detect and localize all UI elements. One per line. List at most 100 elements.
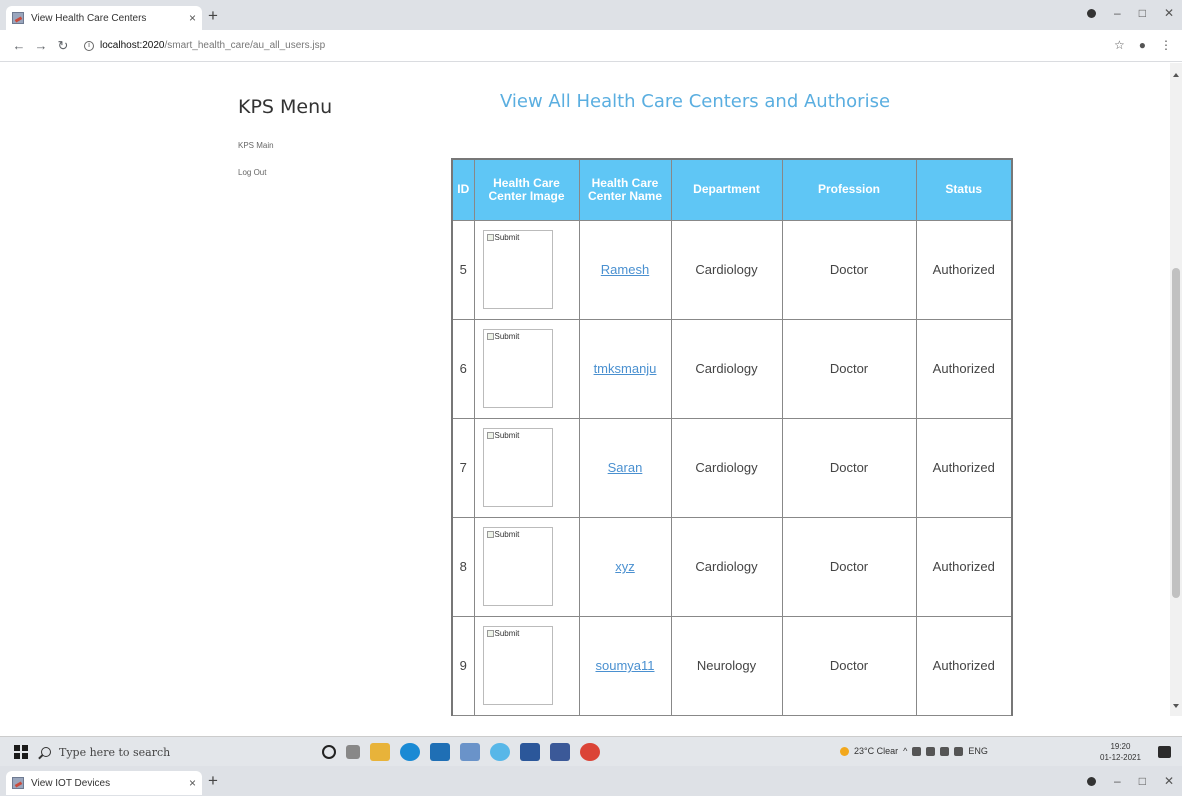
windows-start-icon[interactable] [14, 745, 28, 759]
clock-time: 19:20 [1110, 742, 1131, 751]
row-status: Authorized [915, 318, 1013, 419]
site-info-icon[interactable]: i [84, 40, 94, 51]
profile-icon[interactable]: ● [1139, 38, 1146, 52]
row-department [670, 714, 783, 716]
chrome-icon[interactable] [580, 743, 600, 761]
image-alt-text: Submit [494, 331, 520, 341]
new-tab-button[interactable]: + [208, 6, 218, 26]
row-profession: Doctor [781, 516, 917, 617]
maximize-icon[interactable]: □ [1139, 6, 1146, 20]
table-row: 5 Submit Ramesh Cardiology Doctor Author… [451, 219, 1013, 320]
weather-icon [840, 746, 849, 756]
header-status: Status [915, 158, 1013, 221]
menu-kebab-icon[interactable]: ⋮ [1160, 38, 1172, 52]
new-tab-button[interactable]: + [208, 771, 218, 791]
volume-icon[interactable] [954, 746, 964, 756]
broken-image-icon [486, 431, 494, 439]
table-header-row: ID Health Care Center Image Health Care Ce… [451, 158, 1013, 221]
table-row: 9 Submit soumya11 Neurology Doctor Autho… [451, 615, 1013, 716]
minimize-icon[interactable]: – [1114, 774, 1121, 788]
center-name-link[interactable]: Saran [608, 460, 643, 475]
media-player-icon[interactable] [460, 743, 480, 761]
cortana-icon[interactable] [322, 745, 336, 759]
row-status: Authorized [915, 417, 1013, 518]
tab-close-icon[interactable]: × [185, 11, 196, 25]
broken-image-icon [486, 233, 494, 241]
center-name-link[interactable]: tmksmanju [594, 361, 657, 376]
row-name-cell: tmksmanju [578, 318, 672, 419]
row-name-cell: Ramesh [578, 219, 672, 320]
row-image-cell: Submit [473, 417, 580, 518]
address-bar-actions: ☆ ● ⋮ [1114, 38, 1172, 52]
scroll-thumb[interactable] [1172, 268, 1180, 598]
broken-image-placeholder: Submit [482, 328, 553, 408]
language-indicator[interactable]: ENG [968, 746, 988, 756]
close-window-icon[interactable]: ✕ [1164, 774, 1174, 788]
sidebar-link-kps-main[interactable]: KPS Main [238, 141, 274, 150]
task-view-icon[interactable] [346, 745, 360, 759]
row-profession [781, 714, 917, 716]
row-profession: Doctor [781, 318, 917, 419]
url-field[interactable]: i localhost:2020/smart_health_care/au_al… [84, 40, 325, 51]
weather-text[interactable]: 23°C Clear [854, 746, 898, 756]
image-alt-text: Submit [494, 430, 520, 440]
window-controls: – □ ✕ [1087, 774, 1174, 788]
page-favicon-icon [12, 777, 24, 789]
image-alt-text: Submit [494, 628, 520, 638]
scroll-up-icon[interactable] [1173, 73, 1179, 77]
tab-close-icon[interactable]: × [185, 776, 196, 790]
row-image-cell: Submit [473, 714, 580, 716]
header-department: Department [670, 158, 783, 221]
sidebar-link-log-out[interactable]: Log Out [238, 168, 266, 177]
wifi-icon[interactable] [940, 746, 950, 756]
row-image-cell: Submit [473, 219, 580, 320]
address-bar: ← → ↻ i localhost:2020/smart_health_care… [0, 30, 1182, 62]
row-profession: Doctor [781, 219, 917, 320]
browser-tab-strip: View Health Care Centers × + – □ ✕ [0, 0, 1182, 30]
back-arrow-icon[interactable]: ← [8, 38, 30, 53]
mail-icon[interactable] [430, 743, 450, 761]
row-id [451, 714, 475, 716]
row-department: Neurology [670, 615, 783, 716]
tray-chevron-icon[interactable]: ^ [903, 746, 907, 756]
taskbar-clock[interactable]: 19:20 01-12-2021 [1100, 741, 1141, 763]
close-window-icon[interactable]: ✕ [1164, 6, 1174, 20]
search-icon [41, 747, 51, 757]
forward-arrow-icon[interactable]: → [30, 38, 52, 53]
header-image: Health Care Center Image [473, 158, 580, 221]
table-row: Submit [451, 714, 1013, 716]
bookmark-star-icon[interactable]: ☆ [1114, 38, 1125, 52]
broken-image-placeholder: Submit [482, 526, 553, 606]
word-icon[interactable] [520, 743, 540, 761]
record-icon[interactable] [1087, 8, 1096, 18]
row-department: Cardiology [670, 318, 783, 419]
center-name-link[interactable]: Ramesh [601, 262, 649, 277]
center-name-link[interactable]: soumya11 [595, 658, 654, 673]
edge-browser-icon[interactable] [400, 743, 420, 761]
taskbar-search-box[interactable]: Type here to search [37, 741, 274, 763]
notification-center-icon[interactable] [1158, 746, 1171, 758]
center-name-link[interactable]: xyz [615, 559, 635, 574]
browser-tab[interactable]: View Health Care Centers × [6, 6, 202, 30]
row-image-cell: Submit [473, 615, 580, 716]
tab-title: View Health Care Centers [31, 12, 147, 24]
maximize-icon[interactable]: □ [1139, 774, 1146, 788]
row-id: 9 [451, 615, 475, 716]
network-icon[interactable] [912, 746, 922, 756]
record-icon[interactable] [1087, 776, 1096, 786]
row-id: 8 [451, 516, 475, 617]
battery-icon[interactable] [926, 746, 936, 756]
page-scrollbar[interactable] [1170, 63, 1182, 716]
minimize-icon[interactable]: – [1114, 6, 1121, 20]
row-image-cell: Submit [473, 318, 580, 419]
row-status [915, 714, 1013, 716]
security-shield-icon[interactable] [550, 743, 570, 761]
file-explorer-icon[interactable] [370, 743, 390, 761]
eclipse-icon[interactable] [490, 743, 510, 761]
scroll-down-icon[interactable] [1173, 704, 1179, 708]
reload-icon[interactable]: ↻ [52, 38, 74, 54]
second-browser-tab-strip: View IOT Devices × + – □ ✕ [0, 766, 1182, 796]
broken-image-placeholder: Submit [482, 625, 553, 705]
browser-tab[interactable]: View IOT Devices × [6, 771, 202, 795]
row-profession: Doctor [781, 615, 917, 716]
